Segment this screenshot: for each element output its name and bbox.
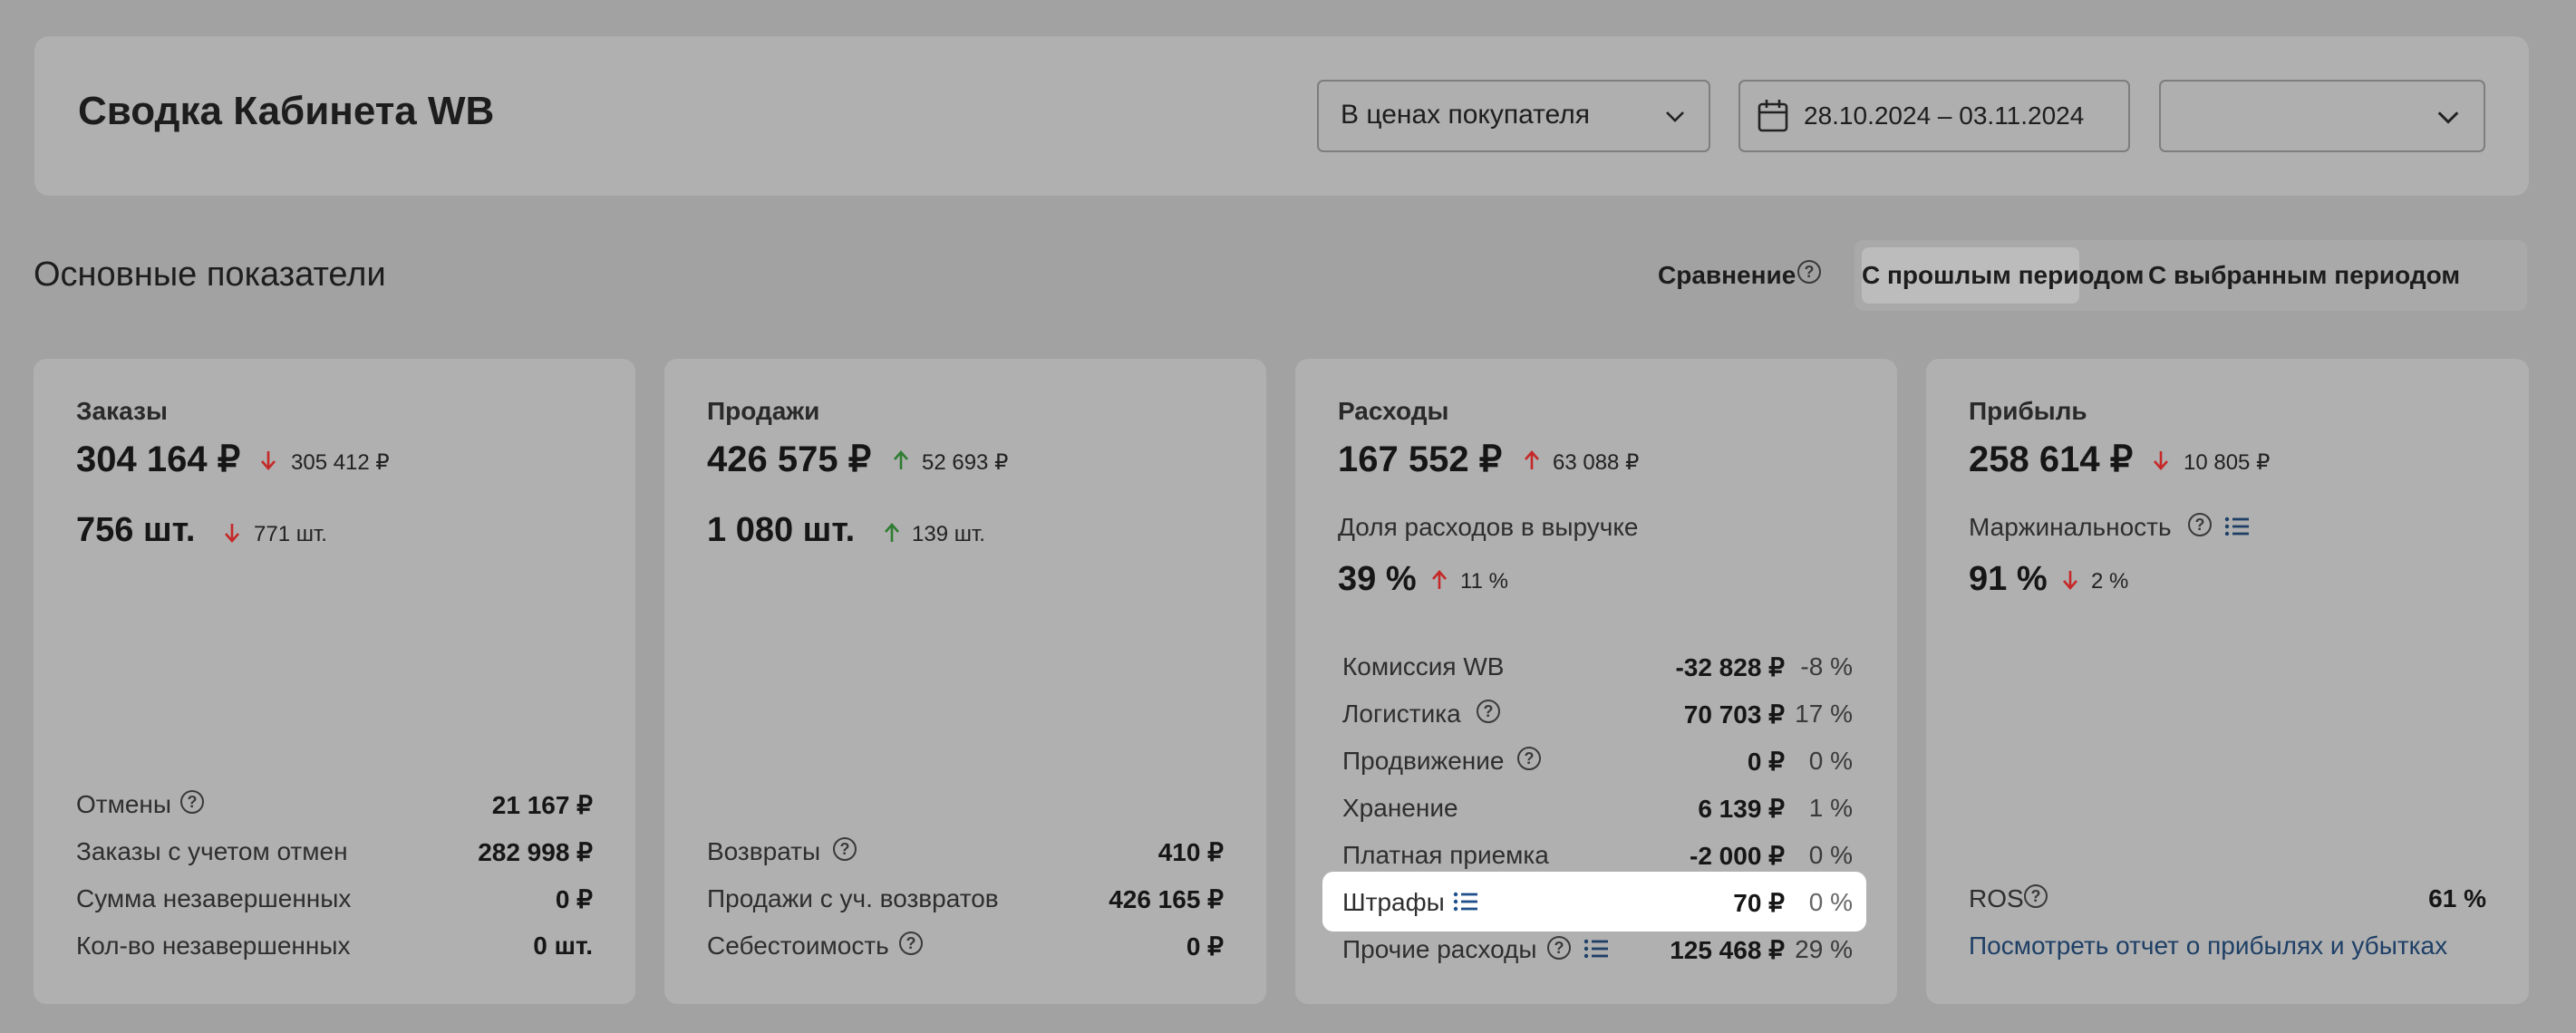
orders-net-label: Заказы с учетом отмен bbox=[76, 837, 348, 865]
expense-commission-pct: -8 % bbox=[1800, 652, 1853, 681]
expense-other-value: 125 468 ₽ bbox=[1670, 936, 1785, 964]
help-icon[interactable]: ? bbox=[1517, 747, 1541, 770]
expenses-share-delta: 11 % bbox=[1460, 569, 1508, 594]
date-range-value: 28.10.2024 – 03.11.2024 bbox=[1804, 101, 2085, 130]
expense-other-pct: 29 % bbox=[1795, 935, 1853, 963]
sales-net-value: 426 165 ₽ bbox=[1109, 885, 1224, 913]
list-icon[interactable] bbox=[1453, 892, 1478, 912]
orders-net-value: 282 998 ₽ bbox=[478, 838, 593, 866]
sales-amount-delta: 52 693 ₽ bbox=[922, 450, 1009, 475]
expense-paid-acceptance-label: Платная приемка bbox=[1342, 841, 1549, 869]
expense-storage-pct: 1 % bbox=[1808, 794, 1853, 822]
help-icon[interactable]: ? bbox=[833, 837, 857, 861]
expense-logistics-label: Логистика bbox=[1342, 700, 1461, 728]
sales-returns-value: 410 ₽ bbox=[1157, 838, 1224, 866]
chevron-down-icon bbox=[1666, 111, 1684, 122]
compare-label: Сравнение bbox=[1658, 261, 1796, 289]
expense-promotion-value: 0 ₽ bbox=[1747, 748, 1785, 776]
list-icon[interactable] bbox=[2224, 516, 2250, 536]
sales-amount: 426 575 ₽ bbox=[707, 439, 872, 479]
profit-title: Прибыль bbox=[1969, 397, 2087, 425]
date-range-picker[interactable]: 28.10.2024 – 03.11.2024 bbox=[1738, 80, 2130, 152]
arrow-down-icon bbox=[2063, 571, 2077, 590]
chevron-down-icon bbox=[2437, 111, 2459, 124]
help-icon[interactable]: ? bbox=[2024, 884, 2048, 908]
expense-logistics-value: 70 703 ₽ bbox=[1683, 700, 1785, 729]
expense-fines-value: 70 ₽ bbox=[1733, 889, 1785, 917]
orders-amount: 304 164 ₽ bbox=[76, 439, 241, 479]
list-icon[interactable] bbox=[1583, 939, 1609, 959]
help-icon[interactable]: ? bbox=[1477, 700, 1500, 723]
sales-count-delta: 139 шт. bbox=[912, 522, 985, 546]
expenses-title: Расходы bbox=[1338, 397, 1449, 425]
expense-fines-label: Штрафы bbox=[1342, 888, 1445, 916]
help-icon[interactable]: ? bbox=[1797, 260, 1821, 284]
sales-net-label: Продажи с уч. возвратов bbox=[707, 884, 999, 912]
sales-cost-value: 0 ₽ bbox=[1186, 932, 1224, 961]
expenses-share: 39 % bbox=[1338, 560, 1417, 598]
arrow-down-icon bbox=[261, 451, 276, 470]
period-select[interactable] bbox=[2159, 80, 2485, 152]
orders-count: 756 шт. bbox=[76, 511, 196, 549]
calendar-icon bbox=[1758, 100, 1788, 132]
expense-paid-acceptance-pct: 0 % bbox=[1808, 841, 1853, 869]
expense-promotion-pct: 0 % bbox=[1808, 747, 1853, 775]
profit-margin: 91 % bbox=[1969, 560, 2048, 598]
orders-count-delta: 771 шт. bbox=[254, 522, 327, 546]
help-icon[interactable]: ? bbox=[2188, 513, 2212, 536]
orders-card: Заказы 304 164 ₽ 305 412 ₽ 756 шт. 771 ш… bbox=[34, 359, 635, 1004]
help-icon[interactable]: ? bbox=[180, 790, 204, 814]
orders-unfinished-sum-label: Сумма незавершенных bbox=[76, 884, 352, 912]
expense-logistics-pct: 17 % bbox=[1795, 700, 1853, 728]
arrow-up-icon bbox=[894, 450, 908, 469]
sales-title: Продажи bbox=[707, 397, 820, 425]
arrow-up-icon bbox=[1432, 570, 1447, 589]
profit-margin-label: Маржинальность bbox=[1969, 513, 2172, 541]
expense-promotion-label: Продвижение bbox=[1342, 747, 1505, 775]
section-title: Основные показатели bbox=[34, 256, 386, 294]
arrow-down-icon bbox=[225, 524, 239, 543]
expense-other-label: Прочие расходы bbox=[1342, 935, 1537, 963]
profit-margin-delta: 2 % bbox=[2091, 569, 2129, 594]
profit-amount-delta: 10 805 ₽ bbox=[2184, 450, 2271, 475]
sales-card: Продажи 426 575 ₽ 52 693 ₽ 1 080 шт. 139… bbox=[664, 359, 1266, 1004]
expenses-amount: 167 552 ₽ bbox=[1338, 439, 1503, 479]
profit-card: Прибыль 258 614 ₽ 10 805 ₽ Маржинальност… bbox=[1926, 359, 2529, 1004]
expense-storage-value: 6 139 ₽ bbox=[1698, 795, 1785, 823]
orders-cancellations-value: 21 167 ₽ bbox=[491, 791, 593, 819]
orders-title: Заказы bbox=[76, 397, 168, 425]
orders-unfinished-count-label: Кол-во незавершенных bbox=[76, 932, 351, 960]
compare-previous-period-button[interactable]: С прошлым периодом bbox=[1862, 247, 2144, 304]
arrow-up-icon bbox=[1525, 450, 1539, 469]
expense-commission-value: -32 828 ₽ bbox=[1675, 653, 1785, 681]
orders-unfinished-sum-value: 0 ₽ bbox=[555, 885, 593, 913]
profit-amount: 258 614 ₽ bbox=[1969, 439, 2134, 479]
expense-paid-acceptance-value: -2 000 ₽ bbox=[1690, 842, 1785, 870]
orders-amount-delta: 305 412 ₽ bbox=[291, 450, 390, 475]
profit-ros-value: 61 % bbox=[2428, 884, 2486, 912]
expenses-amount-delta: 63 088 ₽ bbox=[1553, 450, 1640, 475]
help-icon[interactable]: ? bbox=[1547, 936, 1571, 960]
sales-count: 1 080 шт. bbox=[707, 511, 856, 549]
expense-storage-label: Хранение bbox=[1342, 794, 1458, 822]
compare-toggle: С прошлым периодом С выбранным периодом bbox=[1855, 240, 2527, 311]
arrow-up-icon bbox=[885, 523, 899, 542]
arrow-down-icon bbox=[2154, 451, 2168, 470]
expenses-share-label: Доля расходов в выручке bbox=[1338, 513, 1639, 541]
profit-ros-label: ROS bbox=[1969, 884, 2024, 912]
compare-selected-period-button[interactable]: С выбранным периодом bbox=[2088, 247, 2520, 304]
sales-cost-label: Себестоимость bbox=[707, 932, 889, 960]
profit-loss-report-link[interactable]: Посмотреть отчет о прибылях и убытках bbox=[1969, 932, 2447, 961]
expense-commission-label: Комиссия WB bbox=[1342, 652, 1505, 681]
orders-unfinished-count-value: 0 шт. bbox=[533, 932, 593, 960]
expense-fines-pct: 0 % bbox=[1808, 888, 1853, 916]
price-mode-value: В ценах покупателя bbox=[1341, 100, 1590, 130]
orders-cancellations-label: Отмены bbox=[76, 790, 172, 818]
help-icon[interactable]: ? bbox=[899, 932, 923, 955]
sales-returns-label: Возвраты bbox=[707, 837, 821, 865]
price-mode-select[interactable]: В ценах покупателя bbox=[1317, 80, 1710, 152]
page-title: Сводка Кабинета WB bbox=[78, 89, 495, 133]
